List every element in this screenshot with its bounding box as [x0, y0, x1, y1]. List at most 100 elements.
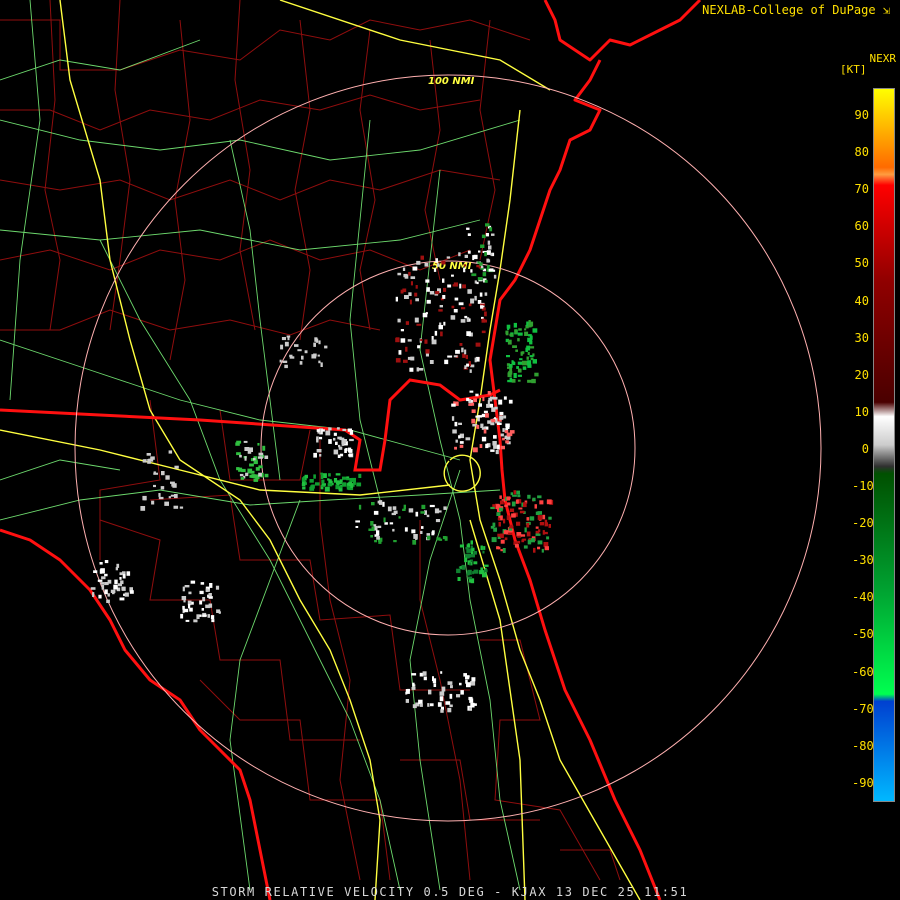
- radar-echo-pixel: [469, 698, 474, 703]
- radar-echo-pixel: [316, 429, 320, 432]
- radar-echo-pixel: [456, 568, 461, 574]
- radar-echo-pixel: [433, 268, 437, 272]
- radar-echo-pixel: [374, 540, 377, 543]
- radar-echo-pixel: [100, 582, 104, 585]
- radar-echo-pixel: [517, 535, 521, 538]
- radar-echo-pixel: [511, 501, 516, 507]
- radar-echo-pixel: [468, 303, 472, 307]
- radar-echo-pixel: [409, 367, 414, 372]
- radar-echo-pixel: [168, 496, 171, 499]
- radar-echo-pixel: [433, 683, 437, 687]
- radar-echo-pixel: [404, 527, 408, 532]
- radar-echo-pixel: [513, 322, 517, 328]
- radar-echo-pixel: [416, 323, 422, 326]
- radar-echo-pixel: [313, 342, 316, 347]
- radar-echo-pixel: [485, 223, 490, 227]
- radar-echo-pixel: [185, 619, 190, 622]
- radar-echo-pixel: [468, 403, 472, 406]
- radar-echo-pixel: [431, 339, 437, 345]
- radar-echo-pixel: [425, 349, 430, 354]
- radar-echo-pixel: [529, 516, 535, 521]
- radar-echo-pixel: [418, 699, 423, 705]
- radar-echo-pixel: [378, 539, 382, 544]
- radar-echo-pixel: [514, 544, 519, 548]
- radar-echo-pixel: [377, 500, 381, 504]
- radar-echo-pixel: [421, 526, 424, 529]
- radar-echo-pixel: [455, 439, 458, 443]
- radar-echo-pixel: [535, 533, 541, 536]
- radar-echo-pixel: [517, 374, 522, 377]
- radar-echo-pixel: [480, 545, 483, 551]
- radar-echo-pixel: [327, 478, 330, 481]
- radar-echo-pixel: [515, 349, 518, 352]
- radar-echo-pixel: [471, 551, 474, 555]
- radar-echo-pixel: [470, 702, 475, 708]
- radar-echo-pixel: [515, 499, 519, 504]
- product-label: NEXR: [869, 52, 897, 65]
- radar-echo-pixel: [342, 482, 347, 487]
- radar-echo-pixel: [443, 321, 446, 326]
- radar-echo-pixel: [104, 560, 109, 564]
- radar-echo-pixel: [459, 682, 462, 686]
- radar-echo-pixel: [455, 349, 460, 354]
- radar-echo-pixel: [484, 311, 487, 317]
- radar-echo-pixel: [403, 504, 406, 510]
- radar-echo-pixel: [526, 517, 530, 521]
- radar-echo-pixel: [492, 522, 496, 527]
- radar-echo-pixel: [383, 517, 386, 523]
- radar-echo-pixel: [333, 432, 337, 436]
- radar-echo-pixel: [493, 396, 498, 400]
- color-bar-tick: -60: [852, 664, 874, 679]
- radar-echo-pixel: [524, 527, 527, 533]
- radar-echo-pixel: [320, 472, 323, 475]
- radar-echo-pixel: [537, 511, 542, 515]
- radar-echo-pixel: [355, 526, 359, 528]
- radar-echo-pixel: [526, 356, 529, 360]
- radar-echo-pixel: [416, 260, 421, 265]
- radar-echo-pixel: [339, 479, 343, 483]
- radar-echo-pixel: [258, 465, 263, 469]
- credit-label: NEXLAB-College of DuPage ⇲: [702, 3, 890, 17]
- radar-echo-pixel: [417, 345, 421, 349]
- radar-echo-pixel: [466, 363, 469, 367]
- radar-echo-pixel: [496, 512, 501, 516]
- radar-echo-pixel: [174, 465, 179, 469]
- radar-echo-pixel: [484, 279, 488, 283]
- radar-echo-pixel: [408, 271, 411, 276]
- radar-echo-pixel: [516, 521, 521, 526]
- radar-echo-pixel: [450, 685, 453, 689]
- radar-echo-pixel: [475, 342, 481, 347]
- radar-echo-pixel: [314, 337, 318, 342]
- radar-echo-pixel: [473, 569, 479, 574]
- radar-echo-pixel: [403, 359, 408, 363]
- radar-echo-pixel: [500, 445, 505, 450]
- radar-echo-pixel: [477, 277, 483, 281]
- radar-echo-pixel: [173, 505, 179, 509]
- color-bar-tick: -50: [852, 627, 874, 642]
- radar-echo-pixel: [507, 530, 513, 533]
- radar-echo-pixel: [402, 267, 406, 271]
- radar-echo-pixel: [527, 494, 531, 499]
- radar-echo-pixel: [420, 530, 423, 534]
- county-boundaries: [0, 0, 621, 881]
- radar-echo-pixel: [458, 422, 462, 425]
- radar-echo-pixel: [301, 355, 304, 360]
- radar-echo-pixel: [302, 486, 306, 490]
- radar-echo-pixel: [250, 470, 255, 474]
- radar-echo-pixel: [488, 245, 492, 250]
- radar-echo-pixel: [483, 410, 488, 414]
- radar-echo-pixel: [458, 435, 461, 439]
- radar-echo-pixel: [425, 279, 430, 283]
- radar-echo-pixel: [402, 288, 407, 293]
- radar-echo-pixel: [484, 252, 487, 257]
- radar-echo-pixel: [415, 298, 419, 302]
- radar-echo-pixel: [517, 338, 520, 342]
- radar-echo-pixel: [527, 351, 530, 355]
- radar-echo-pixel: [205, 589, 210, 592]
- radar-echo-pixel: [513, 373, 517, 378]
- radar-echo-pixel: [481, 330, 486, 334]
- radar-echo-pixel: [106, 599, 110, 603]
- velocity-color-bar: [873, 88, 895, 802]
- radar-echo-pixel: [405, 321, 409, 325]
- radar-echo-pixel: [402, 508, 406, 511]
